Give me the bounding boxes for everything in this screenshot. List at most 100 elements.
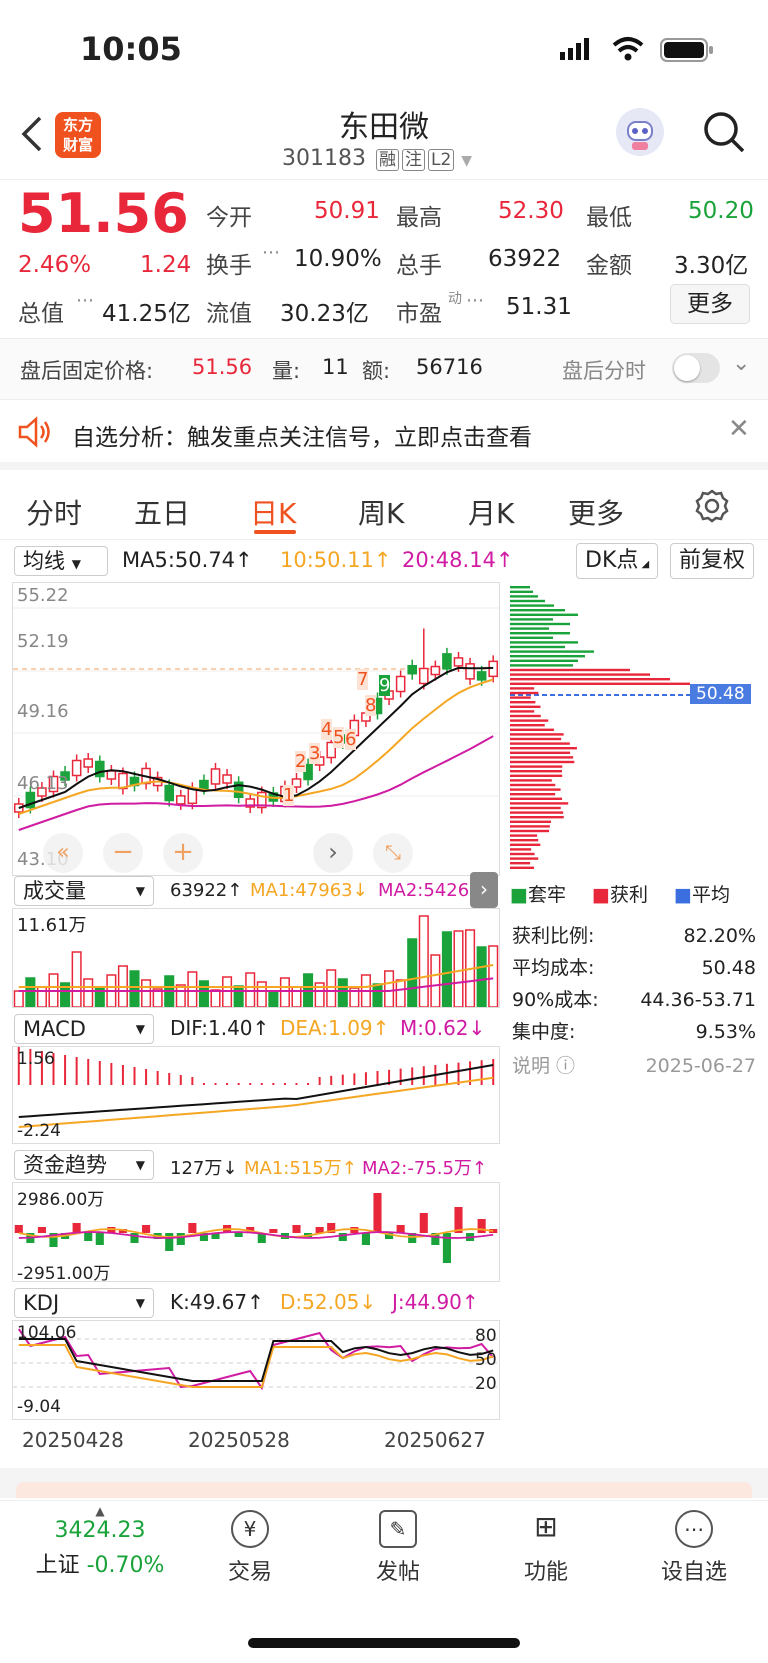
candle-body — [210, 768, 221, 785]
kdj-select-label: KDJ — [23, 1291, 60, 1315]
kline-chart[interactable]: 55.22 52.19 49.16 46.13 43.10 1 2 3 4 5 … — [12, 582, 500, 876]
macd-bottom-label: -2.24 — [17, 1121, 61, 1141]
volume-bar — [210, 989, 221, 1008]
close-icon[interactable]: ✕ — [728, 414, 750, 444]
scroll-left-icon[interactable]: « — [43, 833, 83, 873]
volume-bar — [488, 945, 499, 1008]
candle-body — [442, 653, 452, 670]
chip-bar — [510, 765, 563, 768]
index-ticker[interactable]: ▲ 3424.23 上证 -0.70% — [20, 1504, 180, 1579]
open-value: 50.91 — [314, 198, 380, 224]
signal-icon — [560, 38, 592, 64]
ma-select-label: 均线 — [23, 549, 65, 573]
after-hours-toggle[interactable] — [672, 353, 720, 383]
back-icon[interactable] — [18, 114, 46, 158]
notice-text: 自选分析：触发重点关注信号，立即点击查看 — [72, 425, 532, 451]
amount-value: 3.30亿 — [674, 253, 749, 279]
chip-bar — [510, 613, 578, 616]
fund-trend-select[interactable]: 资金趋势 ▼ — [14, 1150, 154, 1180]
volume-bar — [372, 983, 383, 1008]
more-button[interactable]: 更多 — [670, 284, 750, 324]
chip-stat-value: 50.48 — [701, 957, 756, 979]
fund-trend-select-label: 资金趋势 — [23, 1153, 107, 1177]
chip-bar — [510, 590, 533, 593]
volume-today: 63922↑ — [170, 880, 243, 901]
volume-select[interactable]: 成交量 ▼ — [14, 876, 154, 906]
add-watchlist-button[interactable]: ⋯ 设自选 — [634, 1510, 754, 1586]
tab-day-k[interactable]: 日K — [250, 492, 296, 532]
tab-more[interactable]: 更多 — [568, 492, 624, 532]
zoom-in-icon[interactable]: + — [163, 833, 203, 873]
chip-bar — [510, 682, 690, 685]
signal-num: 3 — [309, 743, 321, 764]
candle-body — [465, 663, 475, 680]
volume-bar — [395, 979, 406, 1008]
kdj-d: D:52.05↓ — [280, 1290, 377, 1314]
adjust-button[interactable]: 前复权 — [670, 543, 755, 579]
candle-body — [407, 664, 418, 675]
volume-bar — [256, 981, 267, 1008]
tab-week-k[interactable]: 周K — [358, 492, 404, 532]
volume-bar — [441, 931, 452, 1008]
volume-select-label: 成交量 — [23, 879, 86, 903]
robot-avatar-icon[interactable] — [616, 108, 664, 156]
chip-bar — [510, 783, 556, 787]
chip-bar — [510, 650, 594, 653]
volume-bar — [141, 979, 152, 1008]
settings-icon[interactable] — [694, 488, 730, 528]
scroll-right-icon[interactable]: › — [313, 833, 353, 873]
chip-stat-label: 90%成本: — [512, 989, 599, 1011]
post-button[interactable]: ✎ 发帖 — [338, 1510, 458, 1586]
trade-button[interactable]: ¥ 交易 — [190, 1510, 310, 1586]
margin-tag: 融 — [375, 149, 399, 171]
chip-bar — [510, 627, 549, 630]
chip-bar — [510, 862, 531, 865]
chip-bar — [510, 664, 573, 667]
chip-bar — [510, 701, 536, 704]
chip-bar — [510, 797, 563, 800]
zoom-out-icon[interactable]: − — [103, 833, 143, 873]
after-hours-amt: 56716 — [416, 355, 483, 379]
kdj-j: J:44.90↑ — [392, 1290, 479, 1314]
pe-label: 市盈 — [396, 301, 442, 327]
functions-button[interactable]: ⊞ 功能 — [486, 1510, 606, 1586]
low-label: 最低 — [586, 205, 632, 231]
trade-label: 交易 — [227, 1560, 272, 1585]
fund-bar — [234, 1233, 243, 1237]
info-icon[interactable]: ⋯ — [76, 290, 94, 311]
info-icon[interactable]: ⋯ — [466, 290, 484, 311]
kdj-select[interactable]: KDJ ▼ — [14, 1288, 154, 1318]
expand-panel-icon[interactable]: › — [470, 872, 498, 908]
more-dots-icon: ⋯ — [675, 1510, 713, 1548]
section-divider — [0, 1468, 768, 1498]
macd-select[interactable]: MACD ▼ — [14, 1014, 154, 1044]
active-tab-indicator — [254, 530, 296, 534]
kdj-k-line — [18, 1338, 494, 1382]
tab-month-k[interactable]: 月K — [468, 492, 514, 532]
chip-bar — [510, 733, 564, 736]
tab-minute[interactable]: 分时 — [26, 492, 82, 532]
pe-value: 51.31 — [506, 294, 572, 320]
caret-down-icon[interactable]: ▼ — [461, 153, 472, 169]
chip-bar — [510, 848, 532, 851]
legend-square-icon: ■ — [510, 884, 528, 906]
chip-bar — [510, 599, 545, 603]
fullscreen-icon[interactable]: ⤡ — [373, 833, 413, 873]
volume-value: 63922 — [488, 246, 562, 272]
chip-bar — [510, 843, 541, 846]
tab-five-day[interactable]: 五日 — [134, 492, 190, 532]
dk-point-button[interactable]: DK点 ◢ — [576, 543, 659, 579]
explain-link[interactable]: 说明 ⓘ — [512, 1050, 575, 1082]
kdj-j-line — [17, 1328, 494, 1391]
y-tick: 46.13 — [17, 773, 69, 794]
float-cap-label: 流值 — [206, 301, 252, 327]
search-icon[interactable] — [702, 110, 746, 158]
notice-bar[interactable]: 自选分析：触发重点关注信号，立即点击查看 ✕ — [0, 400, 768, 470]
info-icon[interactable]: ⋯ — [262, 242, 280, 263]
chip-stat-label: 平均成本: — [512, 957, 595, 979]
fund-bottom-label: -2951.00万 — [17, 1264, 111, 1284]
chevron-down-icon[interactable]: ⌄ — [732, 351, 750, 376]
ma-select[interactable]: 均线 ▼ — [14, 546, 108, 576]
candle-body — [106, 770, 117, 780]
candle-body — [175, 795, 186, 805]
